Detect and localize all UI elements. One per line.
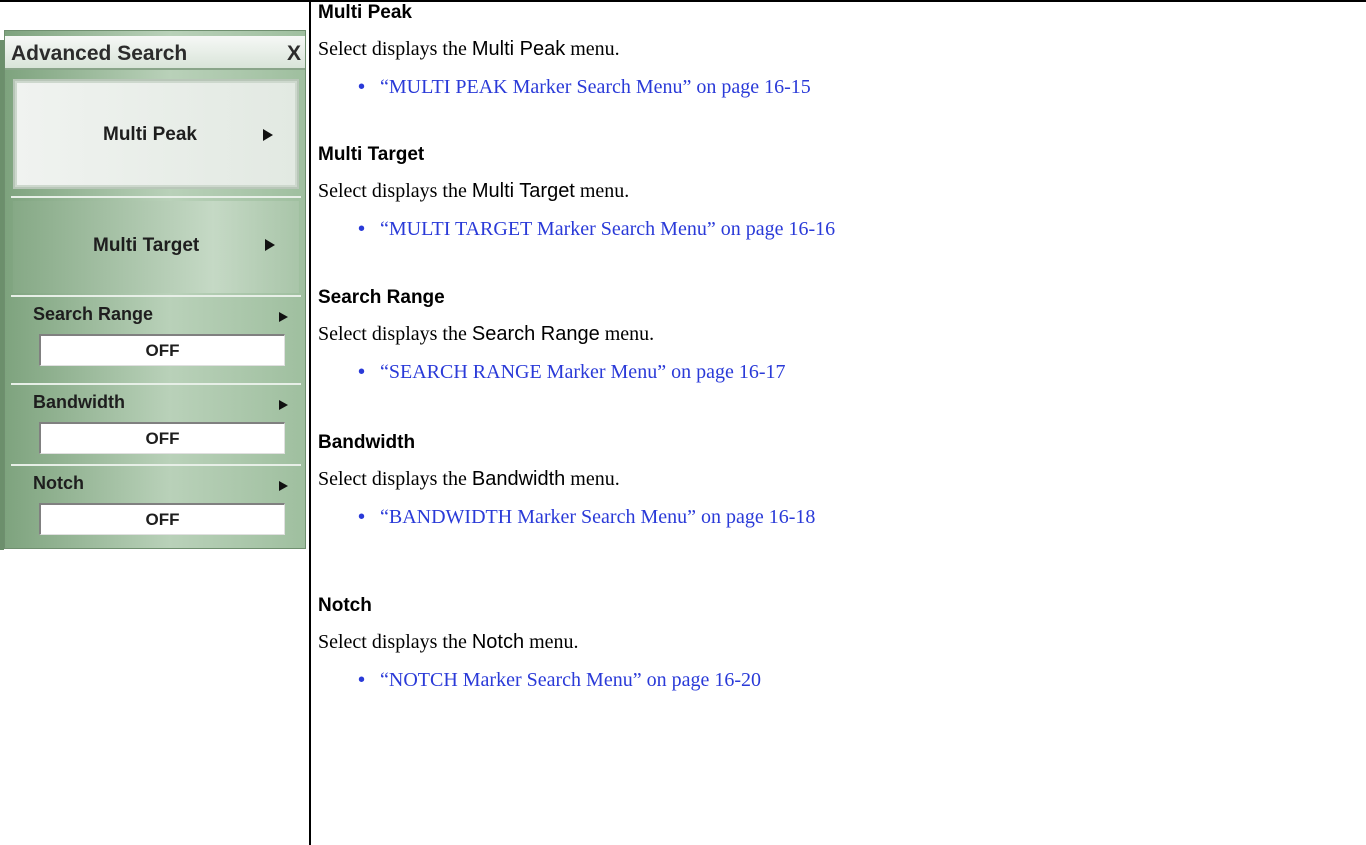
search-range-value: OFF (39, 334, 285, 366)
desc-text: menu. (524, 631, 579, 653)
cross-reference-link[interactable]: “MULTI PEAK Marker Search Menu” on page … (380, 76, 811, 99)
bullet: • (358, 506, 366, 528)
menu-header: Advanced Search X (5, 36, 305, 70)
desc-ui-term: Multi Target (471, 180, 575, 202)
multi-peak-button[interactable]: Multi Peak (13, 79, 299, 189)
desc-text: menu. (565, 468, 620, 490)
submenu-arrow-icon (279, 400, 288, 410)
submenu-arrow-icon (279, 481, 288, 491)
cross-reference-link[interactable]: “SEARCH RANGE Marker Menu” on page 16-17 (380, 361, 785, 384)
desc-text: Select displays the (318, 38, 472, 60)
close-button[interactable]: X (287, 42, 301, 66)
desc-text: Select displays the (318, 631, 472, 653)
divider (11, 464, 301, 466)
divider (11, 295, 301, 297)
advanced-search-menu: Advanced Search X Multi Peak Multi Targe… (4, 30, 306, 549)
desc-text: Select displays the (318, 323, 472, 345)
desc-text: menu. (574, 180, 630, 202)
top-rule (0, 0, 1366, 2)
section-description: Select displays the Notch menu. (318, 631, 579, 654)
section-heading: Bandwidth (318, 432, 416, 453)
bullet: • (358, 669, 366, 691)
bandwidth-value: OFF (39, 422, 285, 454)
bandwidth-button[interactable]: Bandwidth OFF (11, 386, 301, 466)
multi-peak-label: Multi Peak (103, 124, 197, 145)
cross-reference-link[interactable]: “BANDWIDTH Marker Search Menu” on page 1… (380, 506, 815, 529)
desc-text: menu. (599, 323, 655, 345)
section-description: Select displays the Search Range menu. (318, 323, 654, 346)
bandwidth-label: Bandwidth (33, 392, 125, 412)
section-heading: Notch (318, 595, 372, 616)
desc-ui-term: Bandwidth (471, 468, 566, 490)
notch-value: OFF (39, 503, 285, 535)
bullet: • (358, 218, 366, 240)
notch-button[interactable]: Notch OFF (11, 467, 301, 547)
search-range-button[interactable]: Search Range OFF (11, 298, 301, 378)
submenu-arrow-icon (263, 129, 273, 141)
section-heading: Search Range (318, 287, 445, 308)
column-divider (309, 0, 311, 845)
submenu-arrow-icon (265, 239, 275, 251)
desc-ui-term: Notch (471, 631, 525, 653)
multi-target-label: Multi Target (93, 235, 200, 256)
notch-label: Notch (33, 473, 84, 493)
bullet: • (358, 76, 366, 98)
menu-title: Advanced Search (11, 42, 188, 65)
desc-text: Select displays the (318, 180, 472, 202)
divider (11, 383, 301, 385)
multi-target-button[interactable]: Multi Target (13, 201, 299, 293)
desc-text: menu. (565, 38, 620, 60)
bullet: • (358, 361, 366, 383)
section-heading: Multi Target (318, 144, 425, 165)
section-description: Select displays the Bandwidth menu. (318, 468, 620, 491)
cross-reference-link[interactable]: “MULTI TARGET Marker Search Menu” on pag… (380, 218, 835, 241)
cross-reference-link[interactable]: “NOTCH Marker Search Menu” on page 16-20 (380, 669, 761, 692)
divider (11, 196, 301, 198)
desc-ui-term: Multi Peak (471, 38, 566, 60)
section-description: Select displays the Multi Peak menu. (318, 38, 620, 61)
search-range-label: Search Range (33, 304, 154, 324)
submenu-arrow-icon (279, 312, 288, 322)
desc-text: Select displays the (318, 468, 472, 490)
section-description: Select displays the Multi Target menu. (318, 180, 629, 203)
section-heading: Multi Peak (318, 2, 412, 23)
desc-ui-term: Search Range (471, 323, 600, 345)
